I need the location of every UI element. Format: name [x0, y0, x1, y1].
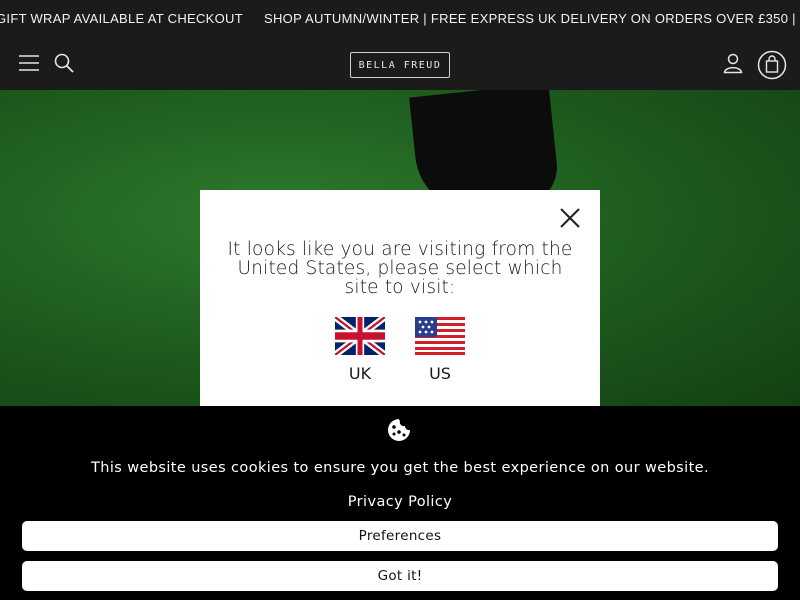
site-header: BELLA FREUD: [0, 38, 800, 90]
site-option-us-label[interactable]: US: [410, 364, 470, 383]
uk-flag-icon[interactable]: [335, 317, 385, 355]
country-select-modal: It looks like you are visiting from the …: [200, 190, 600, 406]
menu-icon[interactable]: [16, 52, 42, 74]
announcement-bar: GIFT WRAP AVAILABLE AT CHECKOUT SHOP AUT…: [0, 0, 800, 38]
accept-cookies-button[interactable]: Got it!: [22, 561, 778, 591]
site-option-us[interactable]: US: [410, 317, 470, 383]
us-flag-icon[interactable]: [415, 317, 465, 355]
announcement-text-gift-wrap[interactable]: GIFT WRAP AVAILABLE AT CHECKOUT: [0, 11, 243, 26]
cookie-message: This website uses cookies to ensure you …: [91, 460, 709, 476]
search-icon[interactable]: [52, 51, 76, 75]
modal-message: It looks like you are visiting from the …: [227, 239, 573, 298]
site-option-uk-label[interactable]: UK: [330, 364, 390, 383]
shopping-bag-icon[interactable]: [756, 49, 788, 81]
privacy-policy-link[interactable]: Privacy Policy: [0, 494, 800, 510]
preferences-button[interactable]: Preferences: [22, 521, 778, 551]
brand-logo-text: BELLA FREUD: [358, 59, 442, 71]
site-option-uk[interactable]: UK: [330, 317, 390, 383]
brand-logo[interactable]: BELLA FREUD: [350, 52, 450, 78]
announcement-text-shop[interactable]: SHOP AUTUMN/WINTER | FREE EXPRESS UK DEL…: [264, 11, 800, 26]
close-icon[interactable]: [557, 205, 583, 231]
account-icon[interactable]: [720, 50, 746, 76]
cookie-banner: This website uses cookies to ensure you …: [0, 406, 800, 600]
cookie-icon: [386, 417, 412, 443]
